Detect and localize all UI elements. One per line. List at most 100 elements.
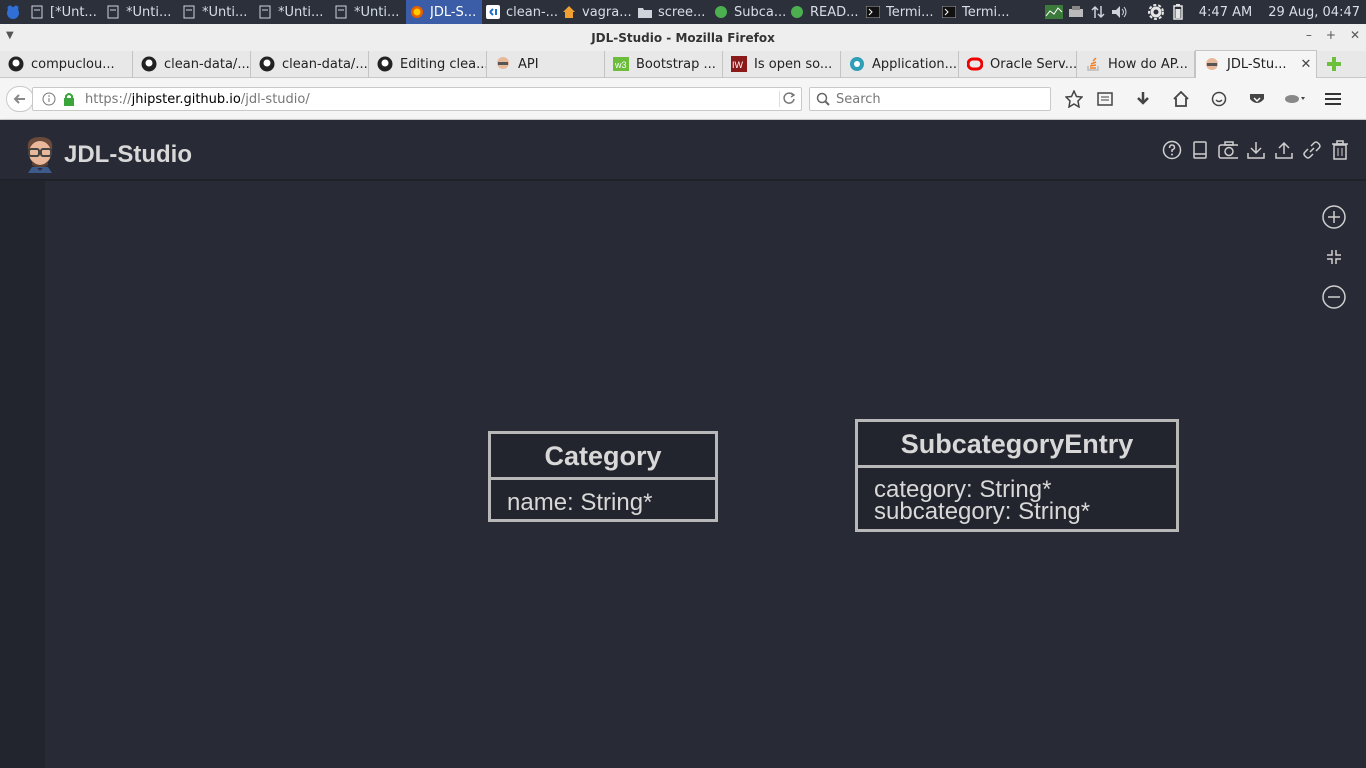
book-icon[interactable] bbox=[1190, 140, 1210, 160]
browser-tab[interactable]: w3 Bootstrap ... bbox=[605, 50, 723, 78]
downloads-icon[interactable] bbox=[1124, 87, 1162, 111]
browser-tab[interactable]: IW Is open so... bbox=[723, 50, 841, 78]
new-tab-button[interactable] bbox=[1317, 51, 1351, 78]
pocket-icon[interactable] bbox=[1238, 87, 1276, 111]
back-arrow-icon bbox=[13, 94, 25, 104]
reading-list-icon[interactable] bbox=[1086, 87, 1124, 111]
task-item[interactable]: *Unti... bbox=[330, 0, 406, 24]
home-icon[interactable] bbox=[1162, 87, 1200, 111]
network-icon[interactable] bbox=[1065, 0, 1087, 24]
transfer-arrows-icon[interactable] bbox=[1087, 0, 1109, 24]
clock[interactable]: 4:47 AM bbox=[1199, 5, 1252, 20]
document-icon bbox=[182, 5, 196, 19]
extension-icon[interactable] bbox=[1276, 87, 1314, 111]
zoom-out-button[interactable] bbox=[1320, 283, 1348, 311]
task-item[interactable]: [*Unt... bbox=[26, 0, 102, 24]
terminal-icon bbox=[866, 5, 880, 19]
date[interactable]: 29 Aug, 04:47 bbox=[1268, 5, 1360, 20]
upload-icon[interactable] bbox=[1274, 140, 1294, 160]
browser-tab[interactable]: Application... bbox=[841, 50, 959, 78]
camera-icon[interactable] bbox=[1218, 140, 1238, 160]
url-text: https://jhipster.github.io/jdl-studio/ bbox=[85, 91, 310, 107]
window-title: JDL-Studio - Mozilla Firefox bbox=[591, 30, 775, 45]
close-tab-icon[interactable]: ✕ bbox=[1301, 57, 1312, 72]
iw-icon: IW bbox=[731, 56, 747, 72]
task-item[interactable]: *Unti... bbox=[254, 0, 330, 24]
plus-icon bbox=[1327, 57, 1341, 71]
task-item[interactable]: scree... bbox=[634, 0, 710, 24]
editor-gutter[interactable] bbox=[0, 181, 45, 768]
navigation-tools bbox=[1062, 87, 1352, 111]
oracle-icon bbox=[967, 56, 983, 72]
vscode-icon bbox=[486, 5, 500, 19]
search-bar[interactable]: Search bbox=[809, 87, 1051, 111]
settings-gear-icon[interactable] bbox=[1145, 0, 1167, 24]
task-item[interactable]: vagra... bbox=[558, 0, 634, 24]
zoom-controls bbox=[1320, 203, 1348, 323]
task-item[interactable]: *Unti... bbox=[178, 0, 254, 24]
green-globe-icon bbox=[790, 5, 804, 19]
browser-tab[interactable]: clean-data/... bbox=[251, 50, 369, 78]
app-title: JDL-Studio bbox=[64, 141, 192, 168]
jhipster-icon bbox=[495, 56, 511, 72]
link-icon[interactable] bbox=[1302, 140, 1322, 160]
zoom-out-icon bbox=[1322, 285, 1346, 309]
trash-icon[interactable] bbox=[1330, 140, 1350, 160]
browser-tab-active[interactable]: JDL-Stu... ✕ bbox=[1195, 50, 1317, 78]
green-globe-icon bbox=[714, 5, 728, 19]
entity-field: subcategory: String* bbox=[874, 498, 1091, 525]
task-item-active[interactable]: JDL-S... bbox=[406, 0, 482, 24]
document-icon bbox=[106, 5, 120, 19]
battery-icon[interactable] bbox=[1167, 0, 1189, 24]
info-icon[interactable] bbox=[41, 91, 57, 107]
hamburger-menu-icon[interactable] bbox=[1314, 87, 1352, 111]
browser-tab[interactable]: Editing clea... bbox=[369, 50, 487, 78]
firefox-icon bbox=[410, 5, 424, 19]
system-monitor-icon[interactable] bbox=[1043, 0, 1065, 24]
reload-icon[interactable] bbox=[779, 91, 796, 107]
svg-text:w3: w3 bbox=[614, 60, 627, 70]
help-icon[interactable] bbox=[1162, 140, 1182, 160]
minimize-icon[interactable]: – bbox=[1306, 28, 1312, 42]
browser-tab-strip: compuclou... clean-data/... clean-data/.… bbox=[0, 50, 1366, 78]
github-icon bbox=[377, 56, 393, 72]
entity-box-category[interactable]: Category name: String* bbox=[488, 431, 718, 522]
entity-box-subcategoryentry[interactable]: SubcategoryEntry category: String* subca… bbox=[855, 419, 1179, 532]
browser-tab[interactable]: Oracle Serv... bbox=[959, 50, 1077, 78]
download-icon[interactable] bbox=[1246, 140, 1266, 160]
browser-tab[interactable]: clean-data/... bbox=[133, 50, 251, 78]
jhipster-logo-icon bbox=[27, 137, 53, 173]
document-icon bbox=[258, 5, 272, 19]
entity-field: name: String* bbox=[507, 489, 653, 516]
browser-tab[interactable]: API bbox=[487, 50, 605, 78]
task-item[interactable]: Termi... bbox=[938, 0, 1014, 24]
task-item[interactable]: *Unti... bbox=[102, 0, 178, 24]
back-button[interactable] bbox=[6, 86, 34, 112]
entity-name: SubcategoryEntry bbox=[858, 422, 1176, 468]
browser-tab[interactable]: compuclou... bbox=[0, 50, 133, 78]
task-item[interactable]: Subca... bbox=[710, 0, 786, 24]
close-window-icon[interactable]: ✕ bbox=[1350, 28, 1360, 42]
task-item[interactable]: READ... bbox=[786, 0, 862, 24]
bookmark-star-icon[interactable] bbox=[1062, 87, 1086, 111]
start-menu-button[interactable] bbox=[0, 0, 26, 24]
task-item[interactable]: clean-... bbox=[482, 0, 558, 24]
github-icon bbox=[259, 56, 275, 72]
mouse-logo-icon bbox=[7, 5, 19, 19]
github-icon bbox=[141, 56, 157, 72]
browser-tab[interactable]: How do AP... bbox=[1077, 50, 1195, 78]
window-menu-arrow-icon[interactable]: ▼ bbox=[6, 30, 14, 41]
document-icon bbox=[30, 5, 44, 19]
github-icon bbox=[8, 56, 24, 72]
stackoverflow-icon bbox=[1085, 56, 1101, 72]
smiley-feedback-icon[interactable] bbox=[1200, 87, 1238, 111]
zoom-in-icon bbox=[1322, 205, 1346, 229]
volume-icon[interactable] bbox=[1109, 0, 1131, 24]
jhipster-icon bbox=[1204, 57, 1220, 73]
lock-icon[interactable] bbox=[61, 91, 77, 107]
task-item[interactable]: Termi... bbox=[862, 0, 938, 24]
url-bar[interactable]: https://jhipster.github.io/jdl-studio/ bbox=[32, 87, 802, 111]
zoom-in-button[interactable] bbox=[1320, 203, 1348, 231]
zoom-reset-button[interactable] bbox=[1320, 243, 1348, 271]
maximize-icon[interactable]: + bbox=[1326, 28, 1336, 42]
